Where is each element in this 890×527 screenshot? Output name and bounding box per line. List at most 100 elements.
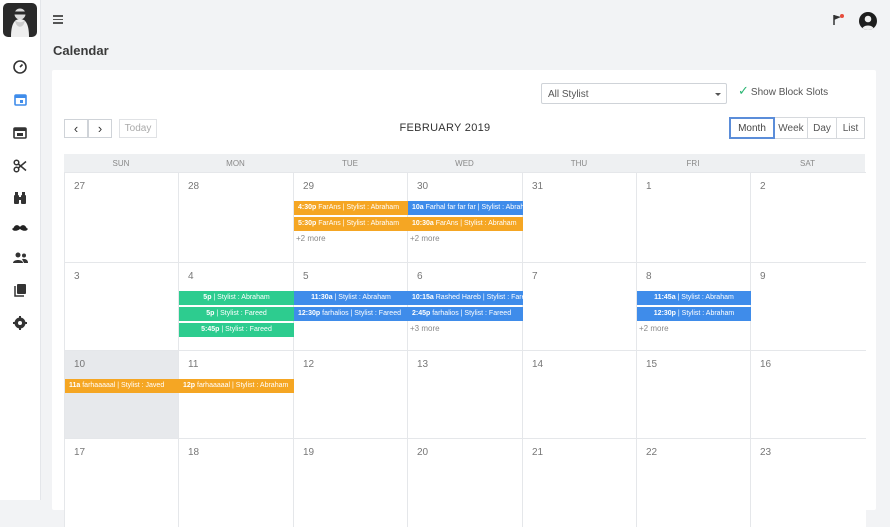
calendar-icon[interactable]	[9, 89, 31, 109]
calendar-event[interactable]: 4:30p FarAns | Stylist : Abraham	[294, 201, 408, 215]
binoculars-icon[interactable]	[9, 188, 31, 208]
day-number[interactable]: 20	[417, 447, 428, 458]
day-number[interactable]: 3	[74, 271, 80, 282]
day-number[interactable]: 6	[417, 271, 423, 282]
show-block-slots-label: Show Block Slots	[750, 87, 829, 98]
event-title: | Stylist : Abraham	[211, 294, 270, 301]
day-cell[interactable]: 23	[750, 438, 866, 527]
day-number[interactable]: 17	[74, 447, 85, 458]
day-cell[interactable]: 16	[750, 350, 866, 439]
day-number[interactable]: 22	[646, 447, 657, 458]
day-number[interactable]: 31	[532, 181, 543, 192]
day-cell[interactable]: 27	[64, 172, 179, 263]
day-number[interactable]: 9	[760, 271, 766, 282]
day-cell[interactable]: 21	[522, 438, 637, 527]
more-events-link[interactable]: +3 more	[410, 324, 440, 333]
day-cell[interactable]: 19	[293, 438, 408, 527]
event-title: farhalios | Stylist : Fareed	[320, 310, 401, 317]
books-icon[interactable]	[9, 280, 31, 300]
next-month-button[interactable]: ›	[88, 119, 112, 138]
day-number[interactable]: 2	[760, 181, 766, 192]
day-cell[interactable]: 22	[636, 438, 751, 527]
day-cell[interactable]: 14	[522, 350, 637, 439]
day-cell[interactable]: 3	[64, 262, 179, 351]
day-cell[interactable]: 31	[522, 172, 637, 263]
scissors-icon[interactable]	[9, 156, 31, 176]
more-events-link[interactable]: +2 more	[410, 234, 440, 243]
calendar-event[interactable]: 2:45p farhalios | Stylist : Fareed	[408, 307, 523, 321]
day-cell[interactable]: 15	[636, 350, 751, 439]
top-bar	[41, 0, 890, 40]
calendar-event[interactable]: 12:30p | Stylist : Abraham	[637, 307, 751, 321]
calendar-event[interactable]: 11a farhaaaaal | Stylist : Javed	[65, 379, 179, 393]
today-button[interactable]: Today	[119, 119, 157, 138]
calendar-event[interactable]: 10:30a FarAns | Stylist : Abraham	[408, 217, 523, 231]
day-number[interactable]: 12	[303, 359, 314, 370]
day-number[interactable]: 5	[303, 271, 309, 282]
chevron-down-icon	[715, 93, 721, 96]
calendar-event[interactable]: 11:45a | Stylist : Abraham	[637, 291, 751, 305]
event-title: farhaaaaal | Stylist : Abraham	[195, 382, 289, 389]
day-number[interactable]: 10	[74, 359, 85, 370]
weekday-header: WED	[407, 154, 522, 172]
calendar-event[interactable]: 10a Farhal far far far | Stylist : Abrah…	[408, 201, 523, 215]
day-number[interactable]: 8	[646, 271, 652, 282]
more-events-link[interactable]: +2 more	[296, 234, 326, 243]
day-cell[interactable]: 11	[178, 350, 294, 439]
stylist-select[interactable]: All Stylist	[541, 83, 727, 104]
calendar-event[interactable]: 5:45p | Stylist : Fareed	[179, 323, 294, 337]
day-number[interactable]: 27	[74, 181, 85, 192]
more-events-link[interactable]: +2 more	[639, 324, 669, 333]
event-title: FarAns | Stylist : Abraham	[433, 220, 517, 227]
show-block-slots-toggle[interactable]: ✓ Show Block Slots	[738, 83, 828, 99]
dashboard-icon[interactable]	[9, 57, 31, 77]
day-number[interactable]: 13	[417, 359, 428, 370]
calendar-event[interactable]: 5p | Stylist : Abraham	[179, 291, 294, 305]
month-title: FEBRUARY 2019	[399, 122, 491, 134]
day-cell[interactable]: 17	[64, 438, 179, 527]
day-cell[interactable]: 7	[522, 262, 637, 351]
day-number[interactable]: 1	[646, 181, 652, 192]
day-cell[interactable]: 9	[750, 262, 866, 351]
day-number[interactable]: 23	[760, 447, 771, 458]
day-number[interactable]: 19	[303, 447, 314, 458]
mustache-icon[interactable]	[9, 218, 31, 238]
day-number[interactable]: 11	[188, 359, 198, 370]
day-cell[interactable]: 18	[178, 438, 294, 527]
calendar-event[interactable]: 12p farhaaaaal | Stylist : Abraham	[179, 379, 294, 393]
user-avatar[interactable]	[859, 12, 877, 30]
day-cell[interactable]: 20	[407, 438, 523, 527]
day-number[interactable]: 16	[760, 359, 771, 370]
day-cell[interactable]: 2	[750, 172, 866, 263]
day-number[interactable]: 29	[303, 181, 314, 192]
day-number[interactable]: 28	[188, 181, 199, 192]
prev-month-button[interactable]: ‹	[64, 119, 88, 138]
calendar-event[interactable]: 5:30p FarAns | Stylist : Abraham	[294, 217, 408, 231]
day-cell[interactable]: 13	[407, 350, 523, 439]
day-number[interactable]: 18	[188, 447, 199, 458]
view-week-button[interactable]: Week	[775, 117, 808, 139]
day-number[interactable]: 14	[532, 359, 543, 370]
day-number[interactable]: 21	[532, 447, 543, 458]
view-list-button[interactable]: List	[837, 117, 865, 139]
calendar-event[interactable]: 10:15a Rashed Hareb | Stylist : Fareed	[408, 291, 523, 305]
notification-flag-icon[interactable]	[832, 13, 844, 25]
day-number[interactable]: 4	[188, 271, 194, 282]
barber-logo-icon[interactable]	[3, 3, 37, 37]
settings-icon[interactable]	[9, 313, 31, 333]
calendar-event[interactable]: 12:30p farhalios | Stylist : Fareed	[294, 307, 408, 321]
view-day-button[interactable]: Day	[808, 117, 837, 139]
day-number[interactable]: 7	[532, 271, 538, 282]
day-number[interactable]: 15	[646, 359, 657, 370]
day-cell[interactable]: 12	[293, 350, 408, 439]
calendar-event[interactable]: 5p | Stylist : Fareed	[179, 307, 294, 321]
day-cell[interactable]: 28	[178, 172, 294, 263]
day-cell[interactable]: 1	[636, 172, 751, 263]
menu-icon[interactable]	[53, 15, 63, 24]
day-number[interactable]: 30	[417, 181, 428, 192]
view-month-button[interactable]: Month	[729, 117, 775, 139]
users-icon[interactable]	[9, 248, 31, 268]
day-cell[interactable]: 10	[64, 350, 179, 439]
calendar-event[interactable]: 11:30a | Stylist : Abraham	[294, 291, 408, 305]
appointments-icon[interactable]	[9, 122, 31, 142]
